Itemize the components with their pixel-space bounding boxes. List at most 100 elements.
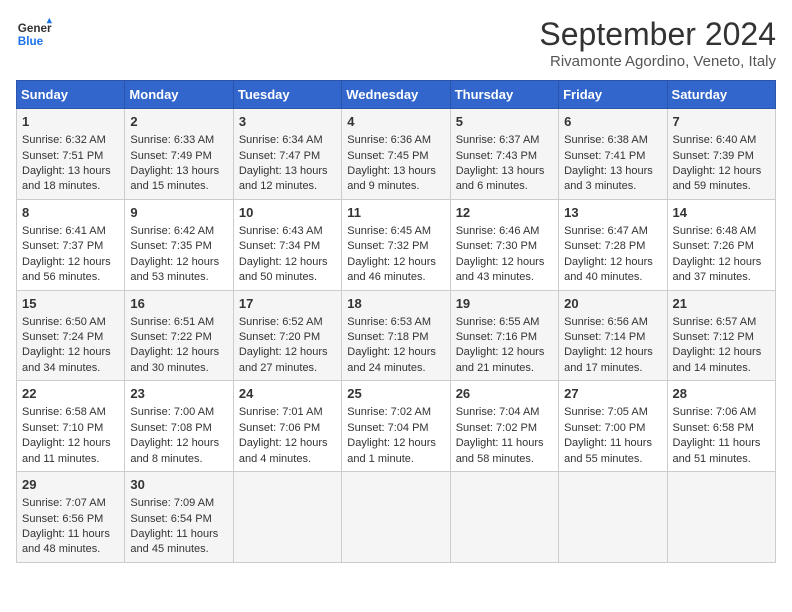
- sunset-text: Sunset: 7:04 PM: [347, 422, 428, 434]
- calendar-cell: [559, 472, 667, 563]
- sunrise-text: Sunrise: 6:41 AM: [22, 225, 106, 237]
- calendar-cell: 25Sunrise: 7:02 AMSunset: 7:04 PMDayligh…: [342, 381, 450, 472]
- calendar-cell: 6Sunrise: 6:38 AMSunset: 7:41 PMDaylight…: [559, 109, 667, 200]
- header: General Blue September 2024 Rivamonte Ag…: [16, 16, 776, 70]
- day-number: 23: [130, 385, 227, 403]
- location-title: Rivamonte Agordino, Veneto, Italy: [539, 53, 776, 70]
- day-number: 18: [347, 295, 444, 313]
- svg-text:General: General: [18, 22, 52, 35]
- calendar-cell: 13Sunrise: 6:47 AMSunset: 7:28 PMDayligh…: [559, 199, 667, 290]
- sunset-text: Sunset: 7:14 PM: [564, 331, 645, 343]
- calendar-table: SundayMondayTuesdayWednesdayThursdayFrid…: [16, 80, 776, 563]
- daylight-text: Daylight: 12 hours and 8 minutes.: [130, 437, 219, 464]
- daylight-text: Daylight: 11 hours and 48 minutes.: [22, 528, 110, 555]
- weekday-header: Thursday: [450, 81, 558, 109]
- daylight-text: Daylight: 13 hours and 3 minutes.: [564, 165, 653, 192]
- daylight-text: Daylight: 12 hours and 56 minutes.: [22, 256, 111, 283]
- sunset-text: Sunset: 7:02 PM: [456, 422, 537, 434]
- logo-icon: General Blue: [16, 16, 52, 52]
- daylight-text: Daylight: 12 hours and 11 minutes.: [22, 437, 111, 464]
- sunrise-text: Sunrise: 7:06 AM: [673, 406, 757, 418]
- day-number: 14: [673, 204, 770, 222]
- calendar-cell: 22Sunrise: 6:58 AMSunset: 7:10 PMDayligh…: [17, 381, 125, 472]
- calendar-cell: 10Sunrise: 6:43 AMSunset: 7:34 PMDayligh…: [233, 199, 341, 290]
- daylight-text: Daylight: 12 hours and 37 minutes.: [673, 256, 762, 283]
- sunset-text: Sunset: 7:37 PM: [22, 240, 103, 252]
- calendar-cell: 29Sunrise: 7:07 AMSunset: 6:56 PMDayligh…: [17, 472, 125, 563]
- calendar-week-row: 1Sunrise: 6:32 AMSunset: 7:51 PMDaylight…: [17, 109, 776, 200]
- daylight-text: Daylight: 12 hours and 53 minutes.: [130, 256, 219, 283]
- sunrise-text: Sunrise: 6:46 AM: [456, 225, 540, 237]
- sunrise-text: Sunrise: 6:40 AM: [673, 134, 757, 146]
- sunrise-text: Sunrise: 6:55 AM: [456, 316, 540, 328]
- calendar-cell: 21 Sunrise: 6:57 AM Sunset: 7:12 PM Dayligh…: [667, 290, 775, 381]
- day-number: 5: [456, 113, 553, 131]
- calendar-cell: 17Sunrise: 6:52 AMSunset: 7:20 PMDayligh…: [233, 290, 341, 381]
- daylight-text: Daylight: 11 hours and 55 minutes.: [564, 437, 652, 464]
- day-number: 20: [564, 295, 661, 313]
- day-number: 22: [22, 385, 119, 403]
- sunrise-text: Sunrise: 6:33 AM: [130, 134, 214, 146]
- sunset-text: Sunset: 7:30 PM: [456, 240, 537, 252]
- daylight-text: Daylight: 13 hours and 6 minutes.: [456, 165, 545, 192]
- daylight-text: Daylight: 12 hours and 46 minutes.: [347, 256, 436, 283]
- weekday-header: Wednesday: [342, 81, 450, 109]
- sunrise-text: Sunrise: 6:42 AM: [130, 225, 214, 237]
- sunset-text: Sunset: 7:08 PM: [130, 422, 211, 434]
- daylight-text: Daylight: 12 hours and 34 minutes.: [22, 346, 111, 373]
- calendar-cell: 3Sunrise: 6:34 AMSunset: 7:47 PMDaylight…: [233, 109, 341, 200]
- sunset-text: Sunset: 7:45 PM: [347, 150, 428, 162]
- calendar-cell: 20 Sunrise: 6:56 AM Sunset: 7:14 PM Dayligh…: [559, 290, 667, 381]
- sunset-text: Sunset: 7:41 PM: [564, 150, 645, 162]
- sunset-text: Sunset: 7:22 PM: [130, 331, 211, 343]
- daylight-text: Daylight: 11 hours and 51 minutes.: [673, 437, 761, 464]
- sunset-text: Sunset: 7:32 PM: [347, 240, 428, 252]
- sunrise-text: Sunrise: 6:47 AM: [564, 225, 648, 237]
- sunrise-text: Sunrise: 6:36 AM: [347, 134, 431, 146]
- sunset-text: Sunset: 7:47 PM: [239, 150, 320, 162]
- sunset-text: Sunset: 7:39 PM: [673, 150, 754, 162]
- sunset-text: Sunset: 6:54 PM: [130, 513, 211, 525]
- weekday-header: Monday: [125, 81, 233, 109]
- sunrise-text: Sunrise: 6:38 AM: [564, 134, 648, 146]
- day-number: 12: [456, 204, 553, 222]
- calendar-cell: 23Sunrise: 7:00 AMSunset: 7:08 PMDayligh…: [125, 381, 233, 472]
- sunrise-text: Sunrise: 7:01 AM: [239, 406, 323, 418]
- calendar-cell: [233, 472, 341, 563]
- sunrise-text: Sunrise: 6:45 AM: [347, 225, 431, 237]
- sunrise-text: Sunrise: 6:58 AM: [22, 406, 106, 418]
- sunset-text: Sunset: 7:24 PM: [22, 331, 103, 343]
- calendar-cell: 27Sunrise: 7:05 AMSunset: 7:00 PMDayligh…: [559, 381, 667, 472]
- calendar-cell: 30Sunrise: 7:09 AMSunset: 6:54 PMDayligh…: [125, 472, 233, 563]
- sunrise-text: Sunrise: 6:34 AM: [239, 134, 323, 146]
- sunset-text: Sunset: 7:12 PM: [673, 331, 754, 343]
- daylight-text: Daylight: 12 hours and 4 minutes.: [239, 437, 328, 464]
- sunset-text: Sunset: 6:56 PM: [22, 513, 103, 525]
- daylight-text: Daylight: 13 hours and 9 minutes.: [347, 165, 436, 192]
- day-number: 7: [673, 113, 770, 131]
- day-number: 21: [673, 295, 770, 313]
- day-number: 8: [22, 204, 119, 222]
- sunrise-text: Sunrise: 6:56 AM: [564, 316, 648, 328]
- daylight-text: Daylight: 12 hours and 17 minutes.: [564, 346, 653, 373]
- day-number: 4: [347, 113, 444, 131]
- daylight-text: Daylight: 11 hours and 45 minutes.: [130, 528, 218, 555]
- sunrise-text: Sunrise: 6:32 AM: [22, 134, 106, 146]
- calendar-cell: 19Sunrise: 6:55 AMSunset: 7:16 PMDayligh…: [450, 290, 558, 381]
- sunset-text: Sunset: 7:16 PM: [456, 331, 537, 343]
- sunrise-text: Sunrise: 6:57 AM: [673, 316, 757, 328]
- sunset-text: Sunset: 7:49 PM: [130, 150, 211, 162]
- sunset-text: Sunset: 7:28 PM: [564, 240, 645, 252]
- weekday-header-row: SundayMondayTuesdayWednesdayThursdayFrid…: [17, 81, 776, 109]
- calendar-cell: [450, 472, 558, 563]
- weekday-header: Sunday: [17, 81, 125, 109]
- daylight-text: Daylight: 12 hours and 14 minutes.: [673, 346, 762, 373]
- sunset-text: Sunset: 7:26 PM: [673, 240, 754, 252]
- daylight-text: Daylight: 13 hours and 18 minutes.: [22, 165, 111, 192]
- svg-text:Blue: Blue: [18, 35, 44, 48]
- weekday-header: Tuesday: [233, 81, 341, 109]
- daylight-text: Daylight: 11 hours and 58 minutes.: [456, 437, 544, 464]
- sunrise-text: Sunrise: 7:07 AM: [22, 497, 106, 509]
- daylight-text: Daylight: 13 hours and 15 minutes.: [130, 165, 219, 192]
- calendar-cell: 8 Sunrise: 6:41 AM Sunset: 7:37 PM Daylight…: [17, 199, 125, 290]
